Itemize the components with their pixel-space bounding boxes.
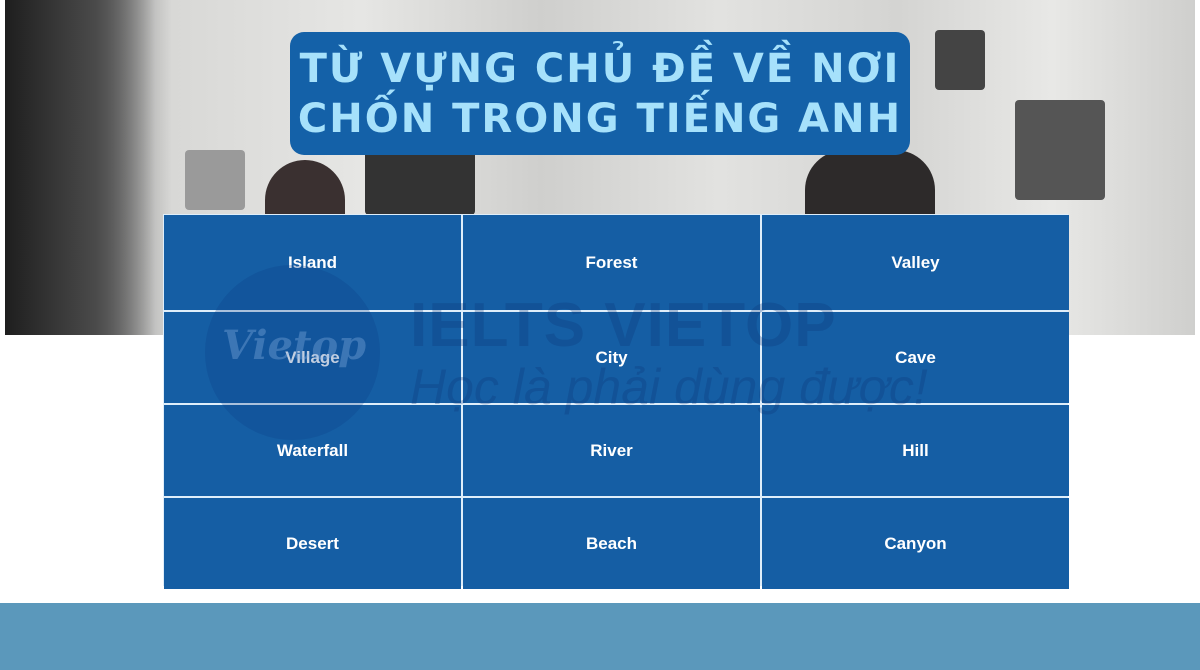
vocab-cell: Hill	[762, 405, 1069, 496]
person	[805, 150, 935, 215]
vocab-cell: Beach	[463, 498, 760, 589]
laptop	[935, 30, 985, 90]
vocab-cell: Waterfall	[164, 405, 461, 496]
vocab-cell: Valley	[762, 215, 1069, 310]
vocab-cell: Cave	[762, 312, 1069, 403]
vocabulary-table: Island Forest Valley Village City Cave W…	[163, 214, 1069, 589]
vocab-cell: City	[463, 312, 760, 403]
title-banner: TỪ VỰNG CHỦ ĐỀ VỀ NƠI CHỐN TRONG TIẾNG A…	[290, 32, 910, 155]
vocab-cell: Forest	[463, 215, 760, 310]
office-chair	[365, 150, 475, 215]
vocab-cell: Village	[164, 312, 461, 403]
title-line-2: CHỐN TRONG TIẾNG ANH	[297, 95, 903, 142]
footer-band	[0, 603, 1200, 670]
vocab-cell: Island	[164, 215, 461, 310]
vocab-cell: Canyon	[762, 498, 1069, 589]
vocab-cell: River	[463, 405, 760, 496]
title-line-1: TỪ VỰNG CHỦ ĐỀ VỀ NƠI	[299, 45, 901, 92]
vocab-cell: Desert	[164, 498, 461, 589]
photo-shadow	[5, 0, 155, 335]
office-chair	[185, 150, 245, 210]
person	[265, 160, 345, 215]
cabinet	[1015, 100, 1105, 200]
